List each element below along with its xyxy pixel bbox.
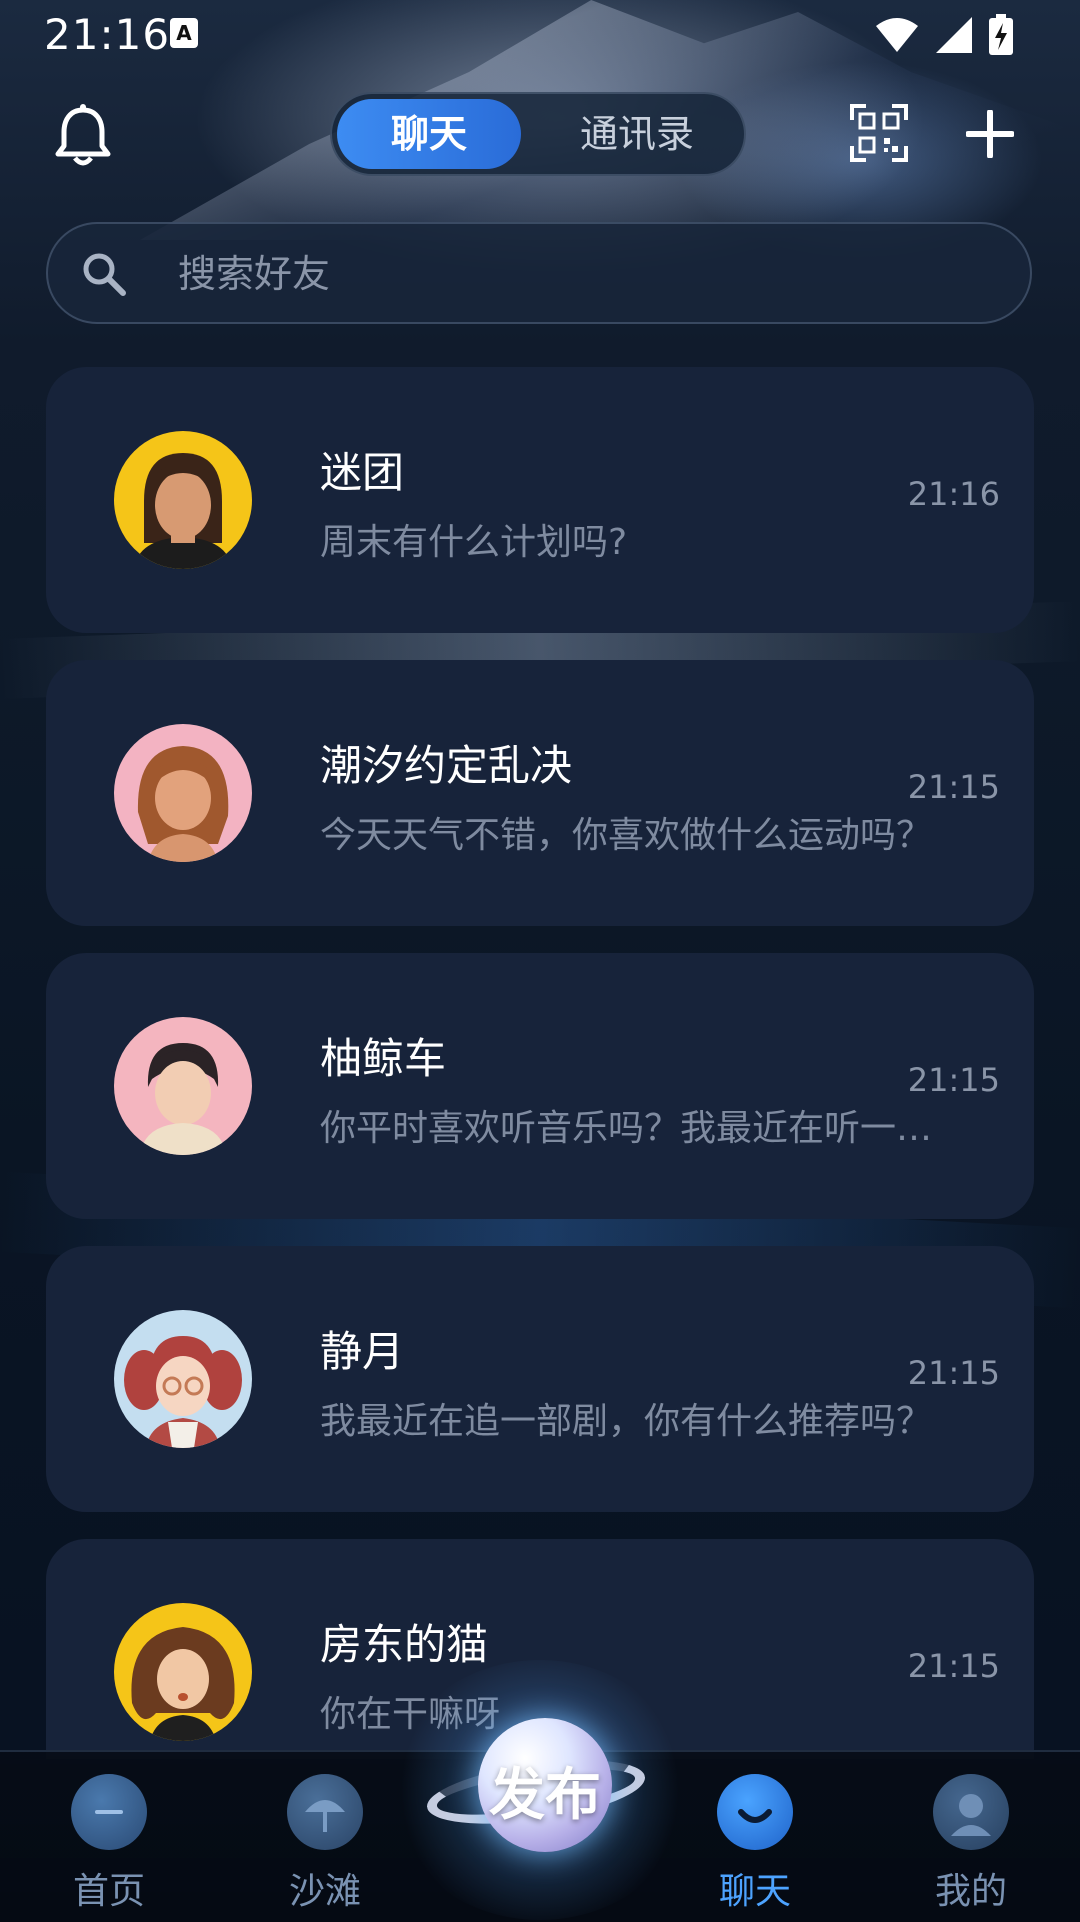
nav-item-chat[interactable]: 聊天: [670, 1752, 840, 1922]
home-icon: [71, 1774, 147, 1850]
chat-last-message: 你平时喜欢听音乐吗？我最近在听一首歌: [320, 1108, 940, 1149]
publish-label: 发布: [489, 1763, 601, 1828]
wifi-icon: [874, 16, 920, 54]
publish-button[interactable]: 发布: [390, 1660, 690, 1920]
chat-list-item[interactable]: 静月 我最近在追一部剧，你有什么推荐吗？ 21:15: [46, 1246, 1034, 1512]
nav-label: 首页: [72, 1871, 145, 1912]
chat-list-item[interactable]: 柚鲸车 你平时喜欢听音乐吗？我最近在听一首歌 21:15: [46, 953, 1034, 1219]
chat-time: 21:15: [907, 768, 1000, 806]
chat-list-item[interactable]: 潮汐约定乱决 今天天气不错，你喜欢做什么运动吗？ 21:15: [46, 660, 1034, 926]
chat-time: 21:15: [907, 1061, 1000, 1099]
chat-time: 21:16: [907, 475, 1000, 513]
chat-name: 迷团: [320, 448, 405, 497]
chat-name: 潮汐约定乱决: [320, 741, 573, 790]
nav-item-profile[interactable]: 我的: [886, 1752, 1056, 1922]
nav-label: 沙滩: [288, 1871, 361, 1912]
beach-umbrella-icon: [287, 1774, 363, 1850]
search-icon: [82, 252, 126, 300]
nav-label: 我的: [934, 1871, 1007, 1912]
avatar: [114, 1603, 252, 1741]
chat-last-message: 我最近在追一部剧，你有什么推荐吗？: [320, 1401, 933, 1442]
bell-icon[interactable]: [54, 104, 112, 172]
profile-icon: [933, 1774, 1009, 1850]
chat-name: 房东的猫: [320, 1620, 489, 1669]
a-letter-icon: A: [170, 18, 198, 48]
search-bar[interactable]: [46, 222, 1032, 324]
avatar: [114, 1017, 252, 1155]
top-bar: 聊天 通讯录: [0, 90, 1080, 190]
chat-name: 静月: [320, 1327, 405, 1376]
nav-item-beach[interactable]: 沙滩: [240, 1752, 410, 1922]
chat-contacts-segmented-control: 聊天 通讯录: [330, 92, 746, 176]
chat-time: 21:15: [907, 1354, 1000, 1392]
avatar: [114, 724, 252, 862]
tab-contacts[interactable]: 通讯录: [532, 99, 742, 169]
battery-charging-icon: [988, 14, 1014, 56]
chat-last-message: 今天天气不错，你喜欢做什么运动吗？: [320, 815, 933, 856]
chat-name: 柚鲸车: [320, 1034, 447, 1083]
signal-icon: [934, 15, 974, 55]
nav-item-home[interactable]: 首页: [24, 1752, 194, 1922]
chat-time: 21:15: [907, 1647, 1000, 1685]
chat-smile-icon: [717, 1774, 793, 1850]
avatar: [114, 431, 252, 569]
status-time: 21:16: [44, 10, 171, 59]
status-icons: [874, 14, 1014, 56]
status-bar: 21:16 A: [0, 0, 1080, 70]
qr-scan-icon[interactable]: [850, 104, 908, 166]
plus-icon[interactable]: [965, 109, 1015, 162]
chat-list-item[interactable]: 迷团 周末有什么计划吗? 21:16: [46, 367, 1034, 633]
search-input[interactable]: [176, 224, 1000, 324]
tab-chat[interactable]: 聊天: [337, 99, 521, 169]
avatar: [114, 1310, 252, 1448]
nav-label: 聊天: [718, 1871, 791, 1912]
chat-last-message: 周末有什么计划吗?: [320, 522, 628, 563]
